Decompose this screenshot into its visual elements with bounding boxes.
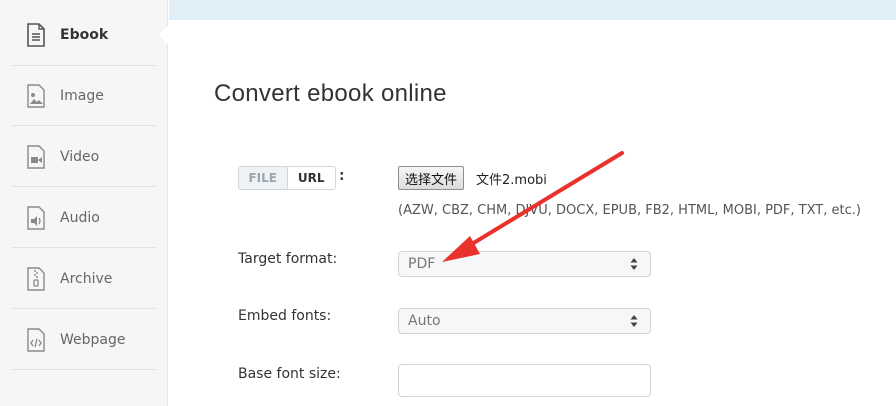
sidebar-item-image[interactable]: Image xyxy=(12,66,156,126)
sidebar-item-ebook[interactable]: Ebook xyxy=(12,4,156,66)
select-arrows-icon xyxy=(630,315,638,327)
sidebar-item-label: Image xyxy=(60,87,104,104)
source-toggle: FILE URL xyxy=(238,166,336,190)
select-arrows-icon xyxy=(630,258,638,270)
top-banner xyxy=(169,0,896,20)
sidebar-item-label: Webpage xyxy=(60,331,126,348)
embed-fonts-select[interactable]: Auto xyxy=(398,308,651,334)
sidebar-item-audio[interactable]: Audio xyxy=(12,188,156,248)
base-font-size-input[interactable] xyxy=(398,364,651,397)
file-toggle-button[interactable]: FILE xyxy=(239,167,288,189)
page-title: Convert ebook online xyxy=(214,80,447,107)
target-format-select[interactable]: PDF xyxy=(398,251,651,277)
url-toggle-button[interactable]: URL xyxy=(287,167,335,189)
sidebar-item-label: Ebook xyxy=(60,26,109,43)
sidebar-item-video[interactable]: Video xyxy=(12,127,156,187)
audio-icon xyxy=(24,204,48,232)
webpage-icon xyxy=(24,326,48,354)
target-format-value: PDF xyxy=(408,256,436,272)
target-format-label: Target format: xyxy=(238,251,338,267)
embed-fonts-value: Auto xyxy=(408,313,441,329)
active-item-pointer xyxy=(158,25,169,45)
selected-file-name: 文件2.mobi xyxy=(476,173,547,188)
video-icon xyxy=(24,143,48,171)
ebook-icon xyxy=(24,21,48,49)
sidebar-item-label: Archive xyxy=(60,270,113,287)
source-colon: : xyxy=(339,168,345,184)
base-font-size-label: Base font size: xyxy=(238,366,341,382)
sidebar-item-archive[interactable]: Archive xyxy=(12,249,156,309)
sidebar-item-label: Audio xyxy=(60,209,100,226)
choose-file-button[interactable]: 选择文件 xyxy=(398,166,465,190)
sidebar-item-webpage[interactable]: Webpage xyxy=(12,310,156,370)
image-icon xyxy=(24,82,48,110)
embed-fonts-label: Embed fonts: xyxy=(238,308,332,324)
sidebar-item-label: Video xyxy=(60,148,100,165)
supported-formats-text: (AZW, CBZ, CHM, DJVU, DOCX, EPUB, FB2, H… xyxy=(398,203,861,218)
archive-icon xyxy=(24,265,48,293)
sidebar: Ebook Image Video Audio Archive Webpage xyxy=(0,0,168,406)
